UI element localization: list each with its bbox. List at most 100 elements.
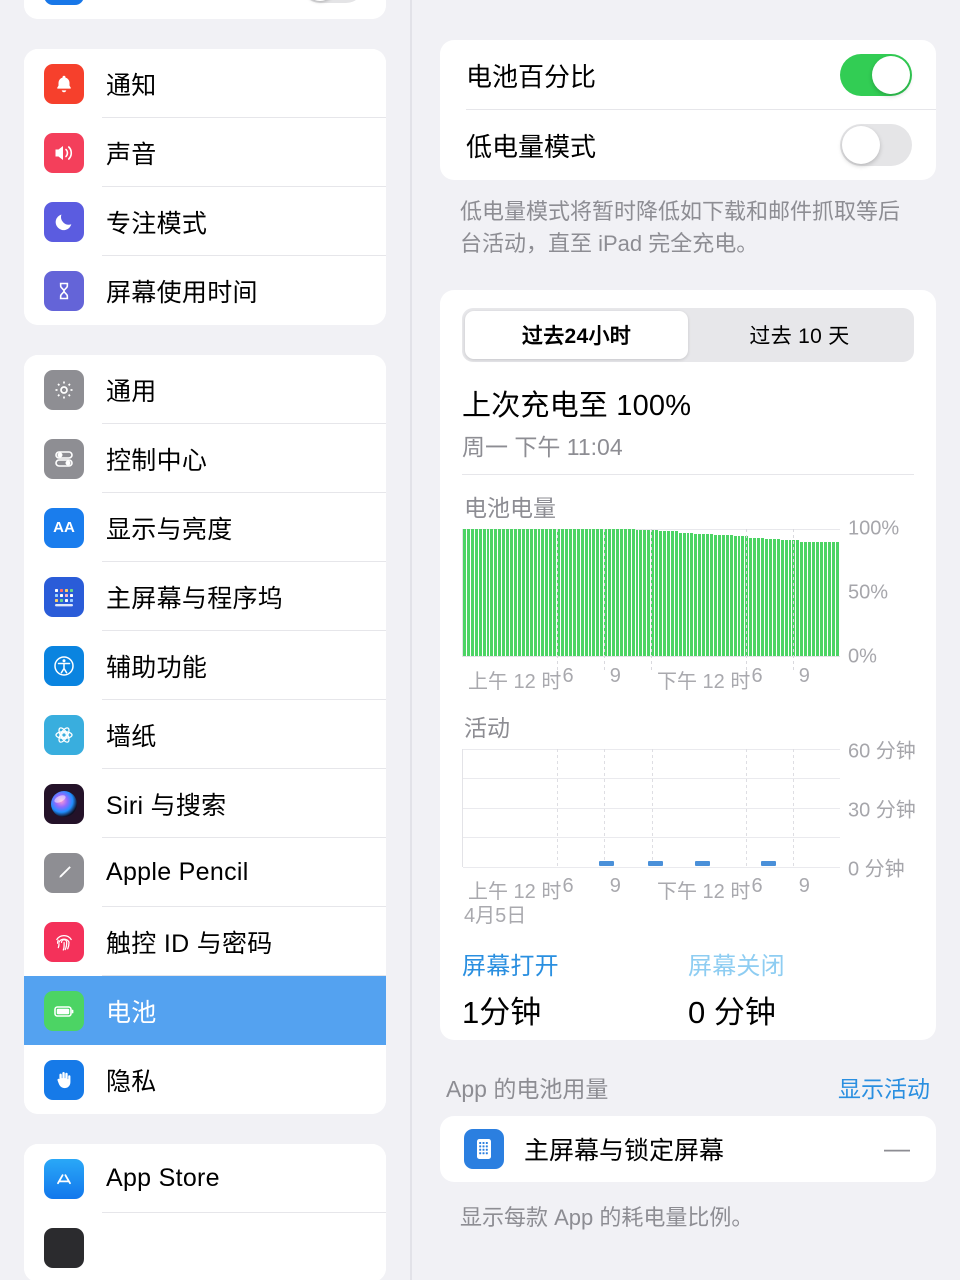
x-tick-label: 6 [751,664,763,687]
low-power-mode-row[interactable]: 低电量模式 [440,110,936,180]
sidebar-item-label: 专注模式 [106,209,208,238]
bar [666,531,670,657]
bar [612,528,615,657]
low-power-mode-footnote: 低电量模式将暂时降低如下载和邮件抓取等后台活动，直至 iPad 完全充电。 [460,199,901,256]
sidebar-group-3: App Store [24,1144,386,1280]
bar [521,528,525,657]
sidebar-item-screen-time[interactable]: 屏幕使用时间 [24,256,386,325]
battery-settings-card: 电池百分比 低电量模式 [440,40,936,180]
sidebar-item-focus[interactable]: 专注模式 [24,187,386,256]
bar [659,531,663,657]
bar [466,528,470,657]
low-power-mode-toggle[interactable] [840,124,912,166]
bar [510,528,513,657]
bar [478,528,482,657]
bar [776,539,780,657]
x-tick-label: 9 [798,664,810,687]
segment-last-24-hours[interactable]: 过去24小时 [465,310,688,359]
siri-icon [44,783,84,824]
bar [541,528,545,657]
bar [619,528,623,657]
settings-sidebar[interactable]: 通知 声音 专注模式 屏幕使用时间 通用 控制中心 AA 显示与亮度 主屏幕与程… [0,0,412,1280]
bar [486,528,490,657]
bar [812,541,815,657]
sidebar-item-label: Siri 与搜索 [106,791,227,820]
sidebar-item-label: 控制中心 [106,446,208,475]
gridline [556,528,558,673]
bar [549,528,553,657]
gridline [557,748,559,867]
sidebar-group-2: 通用 控制中心 AA 显示与亮度 主屏幕与程序坞 辅助功能 墙纸 Siri 与搜… [24,355,386,1114]
bar [635,530,639,657]
sidebar-item-home-screen-dock[interactable]: 主屏幕与程序坞 [24,562,386,631]
bar [631,528,635,657]
bar [580,528,584,657]
bar [490,528,494,657]
activity-chart-title: 活动 [464,714,510,741]
sidebar-item-label: 显示与亮度 [106,515,233,544]
show-activity-link[interactable]: 显示活动 [838,1070,930,1104]
bar [557,528,561,657]
app-usage-header: App 的电池用量 显示活动 [440,1070,936,1116]
bell-icon [44,63,84,104]
app-usage-note: 显示每款 App 的耗电量比例。 [460,1204,754,1230]
bar [753,537,757,657]
list-item[interactable]: 主屏幕与锁定屏幕 — [440,1116,936,1182]
sidebar-row-toggle[interactable] [302,0,364,3]
gridline [745,528,747,673]
low-power-mode-label: 低电量模式 [466,131,597,162]
sidebar-item-partial-bottom[interactable] [24,1213,386,1280]
bar [835,541,839,657]
sidebar-item-sounds[interactable]: 声音 [24,118,386,187]
x-tick-label: 6 [751,874,763,897]
x-tick-label: 9 [798,874,810,897]
bar [639,530,643,657]
sidebar-item-label: 屏幕使用时间 [106,278,258,307]
sidebar-item-label: 墙纸 [106,722,157,751]
sidebar-item-apple-pencil[interactable]: Apple Pencil [24,838,386,907]
sidebar-item-label: 主屏幕与程序坞 [106,584,284,613]
bar [678,532,682,657]
gear-icon [44,369,84,410]
sidebar-item-label: Apple Pencil [106,858,249,886]
battery-percentage-toggle[interactable] [840,54,912,96]
bar [815,541,819,657]
sidebar-item-label: 辅助功能 [106,653,208,682]
sidebar-item-display-brightness[interactable]: AA 显示与亮度 [24,493,386,562]
battery-percentage-row[interactable]: 电池百分比 [440,40,936,110]
sidebar-item-touch-id-passcode[interactable]: 触控 ID 与密码 [24,907,386,976]
battery-level-yaxis: 100% 50% 0% [840,517,914,695]
bar [737,536,741,657]
gridline [603,528,605,673]
bar [596,528,600,657]
bar [823,541,827,657]
hand-icon [44,1059,84,1100]
bar [686,532,690,657]
bar [545,528,549,657]
sidebar-item-partial[interactable] [24,0,386,19]
sidebar-item-wallpaper[interactable]: 墙纸 [24,700,386,769]
sidebar-item-general[interactable]: 通用 [24,355,386,424]
bar [682,532,686,657]
screen-off-stat: 屏幕关闭 0 分钟 [688,946,914,1032]
bar [804,541,808,657]
aa-text-icon: AA [44,507,84,548]
app-usage-list: 主屏幕与锁定屏幕 — [440,1115,936,1182]
moon-icon [44,201,84,242]
sidebar-item-label: 触控 ID 与密码 [106,929,273,958]
sidebar-item-app-store[interactable]: App Store [24,1144,386,1213]
bar [533,528,537,657]
gridline [792,748,794,867]
sidebar-item-notifications[interactable]: 通知 [24,49,386,118]
wallet-icon [44,1227,84,1268]
sidebar-item-battery[interactable]: 电池 [24,976,386,1045]
sidebar-item-siri-search[interactable]: Siri 与搜索 [24,769,386,838]
x-tick-label: 上午 12 时 [468,880,562,903]
sidebar-item-control-center[interactable]: 控制中心 [24,424,386,493]
sidebar-item-privacy[interactable]: 隐私 [24,1045,386,1114]
segment-last-10-days[interactable]: 过去 10 天 [688,311,911,359]
bar [564,528,568,657]
time-range-segmented-control[interactable]: 过去24小时 过去 10 天 [462,307,914,362]
bar [796,540,800,657]
sidebar-item-accessibility[interactable]: 辅助功能 [24,631,386,700]
